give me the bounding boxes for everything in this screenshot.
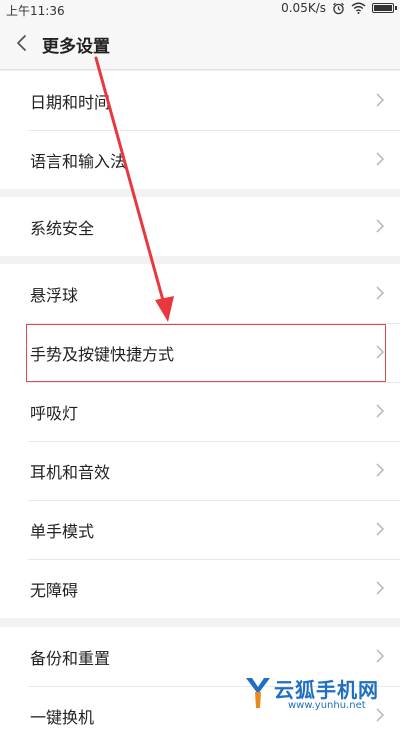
chevron-right-icon: [376, 581, 385, 595]
settings-item-one-hand-mode[interactable]: 单手模式: [0, 500, 400, 559]
settings-item-breathing-light[interactable]: 呼吸灯: [0, 382, 400, 441]
settings-item-accessibility[interactable]: 无障碍: [0, 559, 400, 618]
watermark-url: www.yunhu.net: [288, 700, 366, 711]
settings-item-date-time[interactable]: 日期和时间: [0, 71, 400, 130]
settings-item-gesture-shortcuts[interactable]: 手势及按键快捷方式: [0, 323, 400, 382]
status-right: 0.05K/s: [281, 1, 397, 15]
chevron-right-icon: [376, 463, 385, 477]
chevron-right-icon: [376, 93, 385, 107]
settings-item-label: 悬浮球: [30, 286, 79, 305]
settings-group-1: 日期和时间 语言和输入法: [0, 71, 400, 189]
settings-group-3: 悬浮球 手势及按键快捷方式 呼吸灯 耳机和音效 单手模式 无障碍: [0, 264, 400, 618]
watermark: 云狐手机网 www.yunhu.net: [244, 674, 394, 714]
settings-item-label: 呼吸灯: [30, 404, 79, 423]
chevron-right-icon: [376, 219, 385, 233]
battery-fill: [374, 5, 392, 11]
settings-item-language-input[interactable]: 语言和输入法: [0, 130, 400, 189]
settings-item-label: 手势及按键快捷方式: [30, 345, 175, 364]
alarm-icon: [333, 2, 344, 14]
chevron-right-icon: [376, 649, 385, 663]
chevron-right-icon: [376, 404, 385, 418]
settings-group-2: 系统安全: [0, 197, 400, 256]
network-speed: 0.05K/s: [281, 1, 326, 15]
page-title: 更多设置: [42, 37, 110, 57]
chevron-right-icon: [376, 152, 385, 166]
settings-item-label: 耳机和音效: [30, 463, 111, 482]
settings-item-label: 一键换机: [30, 708, 95, 727]
chevron-right-icon: [376, 345, 385, 359]
settings-item-label: 语言和输入法: [30, 152, 127, 171]
settings-item-label: 无障碍: [30, 581, 79, 600]
chevron-right-icon: [376, 286, 385, 300]
settings-item-label: 系统安全: [30, 219, 95, 238]
settings-item-label: 备份和重置: [30, 649, 111, 668]
settings-item-system-security[interactable]: 系统安全: [0, 197, 400, 256]
fox-logo-icon: [246, 678, 270, 708]
battery-icon: [372, 3, 397, 13]
chevron-right-icon: [376, 522, 385, 536]
title-bar: 更多设置: [0, 18, 400, 70]
settings-item-headphones-audio[interactable]: 耳机和音效: [0, 441, 400, 500]
settings-item-label: 单手模式: [30, 522, 95, 541]
status-time: 上午11:36: [6, 4, 65, 18]
back-arrow-icon[interactable]: [12, 33, 32, 53]
watermark-brand: 云狐手机网: [274, 678, 379, 702]
settings-item-floating-ball[interactable]: 悬浮球: [0, 264, 400, 323]
settings-item-label: 日期和时间: [30, 93, 111, 112]
status-bar: 上午11:36 0.05K/s: [0, 0, 400, 18]
wifi-icon: [351, 2, 366, 14]
